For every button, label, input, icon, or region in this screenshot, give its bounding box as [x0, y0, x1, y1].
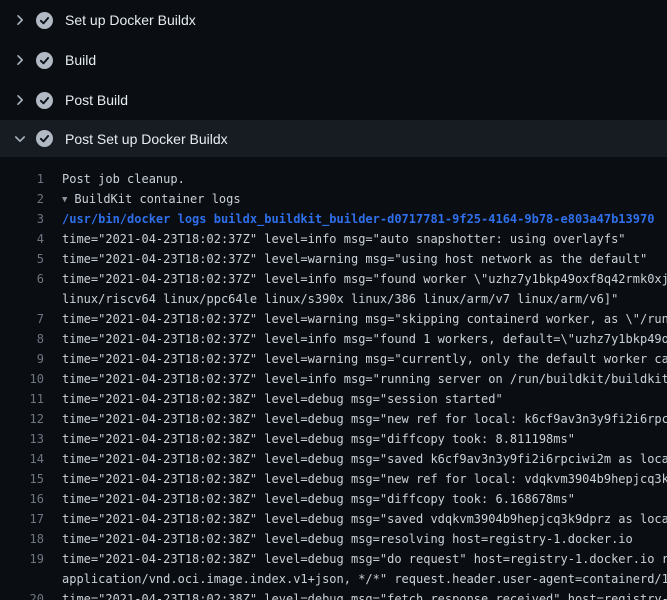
log-text: linux/riscv64 linux/ppc64le linux/s390x … [62, 289, 618, 309]
log-text: time="2021-04-23T18:02:37Z" level=warnin… [62, 349, 667, 369]
triangle-down-icon: ▼ [62, 190, 67, 210]
check-circle-icon [36, 12, 53, 29]
line-number-link[interactable]: 8 [0, 329, 44, 349]
line-number-link[interactable]: 12 [0, 409, 44, 429]
log-row: 11 time="2021-04-23T18:02:38Z" level=debu… [0, 389, 667, 409]
log-rows: 1 Post job cleanup. 2 ▼ BuildKit container l… [0, 157, 667, 600]
step-label: Post Build [65, 92, 128, 108]
line-number-link[interactable]: 4 [0, 229, 44, 249]
log-row: 16 time="2021-04-23T18:02:38Z" level=debu… [0, 489, 667, 509]
step-label: Post Set up Docker Buildx [65, 131, 228, 147]
check-circle-icon [36, 130, 53, 147]
log-row: 14 time="2021-04-23T18:02:38Z" level=debu… [0, 449, 667, 469]
log-group-toggle[interactable]: ▼ BuildKit container logs [62, 189, 241, 209]
log-text: time="2021-04-23T18:02:37Z" level=warnin… [62, 249, 647, 269]
line-number-link[interactable]: 20 [0, 589, 44, 600]
log-row: 10 time="2021-04-23T18:02:37Z" level=info… [0, 369, 667, 389]
chevron-down-icon [12, 131, 28, 147]
log-text: Post job cleanup. [62, 169, 185, 189]
line-number-link[interactable]: 18 [0, 529, 44, 549]
log-text: time="2021-04-23T18:02:38Z" level=debug … [62, 549, 667, 569]
log-text: time="2021-04-23T18:02:38Z" level=debug … [62, 429, 575, 449]
line-number-link[interactable]: 3 [0, 209, 44, 229]
log-text: time="2021-04-23T18:02:37Z" level=warnin… [62, 309, 667, 329]
line-number-link[interactable]: 17 [0, 509, 44, 529]
log-text: time="2021-04-23T18:02:38Z" level=debug … [62, 449, 667, 469]
line-number-link[interactable]: 2 [0, 189, 44, 209]
step-row-set-up-docker-buildx[interactable]: Set up Docker Buildx [0, 0, 667, 40]
group-label: BuildKit container logs [74, 192, 240, 206]
log-text: time="2021-04-23T18:02:38Z" level=debug … [62, 509, 667, 529]
steps-list: Set up Docker Buildx Build Post Build [0, 0, 667, 157]
line-number-link[interactable]: 13 [0, 429, 44, 449]
log-text: time="2021-04-23T18:02:38Z" level=debug … [62, 529, 633, 549]
log-row: 2 ▼ BuildKit container logs [0, 189, 667, 209]
line-number-link[interactable]: 15 [0, 469, 44, 489]
log-row: 19 time="2021-04-23T18:02:38Z" level=debu… [0, 549, 667, 569]
check-circle-icon [36, 52, 53, 69]
step-row-build[interactable]: Build [0, 40, 667, 80]
line-number-link[interactable]: 19 [0, 549, 44, 569]
line-number-empty [0, 289, 44, 309]
log-text: time="2021-04-23T18:02:38Z" level=debug … [62, 589, 667, 600]
step-row-post-build[interactable]: Post Build [0, 80, 667, 120]
log-row: application/vnd.oci.image.index.v1+json,… [0, 569, 667, 589]
line-number-link[interactable]: 9 [0, 349, 44, 369]
chevron-right-icon [12, 92, 28, 108]
line-number-link[interactable]: 16 [0, 489, 44, 509]
log-text: time="2021-04-23T18:02:38Z" level=debug … [62, 489, 575, 509]
log-row: 17 time="2021-04-23T18:02:38Z" level=debu… [0, 509, 667, 529]
log-row: 1 Post job cleanup. [0, 169, 667, 189]
log-row: 18 time="2021-04-23T18:02:38Z" level=debu… [0, 529, 667, 549]
log-row: 3/usr/bin/docker logs buildx_buildkit_bu… [0, 209, 667, 229]
command-text: /usr/bin/docker logs buildx_buildkit_bui… [62, 209, 654, 229]
log-text: time="2021-04-23T18:02:37Z" level=info m… [62, 369, 667, 389]
line-number-link[interactable]: 11 [0, 389, 44, 409]
line-number-link[interactable]: 1 [0, 169, 44, 189]
log-text: time="2021-04-23T18:02:37Z" level=info m… [62, 269, 667, 289]
line-number-empty [0, 569, 44, 589]
log-row: linux/riscv64 linux/ppc64le linux/s390x … [0, 289, 667, 309]
log-row: 6 time="2021-04-23T18:02:37Z" level=info … [0, 269, 667, 289]
log-row: 8 time="2021-04-23T18:02:37Z" level=info … [0, 329, 667, 349]
log-row: 20 time="2021-04-23T18:02:38Z" level=debu… [0, 589, 667, 600]
line-number-link[interactable]: 6 [0, 269, 44, 289]
chevron-right-icon [12, 12, 28, 28]
line-number-link[interactable]: 5 [0, 249, 44, 269]
log-row: 15 time="2021-04-23T18:02:38Z" level=debu… [0, 469, 667, 489]
step-row-post-set-up-docker-buildx[interactable]: Post Set up Docker Buildx [0, 120, 667, 157]
log-row: 4 time="2021-04-23T18:02:37Z" level=info … [0, 229, 667, 249]
log-text: time="2021-04-23T18:02:38Z" level=debug … [62, 469, 667, 489]
log-text: time="2021-04-23T18:02:37Z" level=info m… [62, 229, 626, 249]
line-number-link[interactable]: 10 [0, 369, 44, 389]
log-text: time="2021-04-23T18:02:37Z" level=info m… [62, 329, 667, 349]
check-circle-icon [36, 92, 53, 109]
line-number-link[interactable]: 7 [0, 309, 44, 329]
log-row: 9 time="2021-04-23T18:02:37Z" level=warni… [0, 349, 667, 369]
chevron-right-icon [12, 52, 28, 68]
log-text: application/vnd.oci.image.index.v1+json,… [62, 569, 667, 589]
log-text: time="2021-04-23T18:02:38Z" level=debug … [62, 389, 503, 409]
log-row: 13 time="2021-04-23T18:02:38Z" level=debu… [0, 429, 667, 449]
step-label: Build [65, 52, 96, 68]
log-row: 7 time="2021-04-23T18:02:37Z" level=warni… [0, 309, 667, 329]
log-row: 5 time="2021-04-23T18:02:37Z" level=warni… [0, 249, 667, 269]
step-label: Set up Docker Buildx [65, 12, 196, 28]
log-row: 12 time="2021-04-23T18:02:38Z" level=debu… [0, 409, 667, 429]
actions-log-viewer: Set up Docker Buildx Build Post Build [0, 0, 667, 600]
line-number-link[interactable]: 14 [0, 449, 44, 469]
log-text: time="2021-04-23T18:02:38Z" level=debug … [62, 409, 667, 429]
